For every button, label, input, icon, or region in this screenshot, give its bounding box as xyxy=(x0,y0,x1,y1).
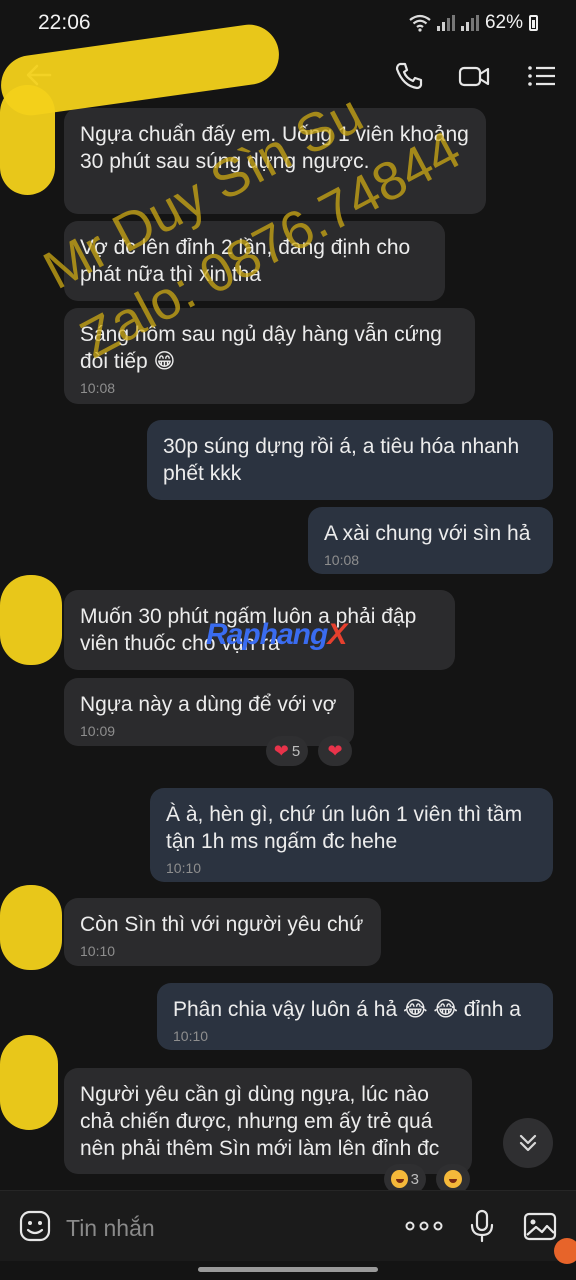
message-text: Ngựa chuẩn đấy em. Uống 1 viên khoảng 30… xyxy=(80,123,469,173)
message-bubble-incoming[interactable]: Người yêu cần gì dùng ngựa, lúc nào chả … xyxy=(64,1068,472,1174)
message-bubble-outgoing[interactable]: A xài chung với sìn hả 10:08 xyxy=(308,507,553,574)
message-text: Vợ đc lên đỉnh 2 lần, đang định cho phát… xyxy=(80,236,411,286)
message-time: 10:08 xyxy=(324,552,360,568)
message-time: 10:10 xyxy=(166,860,202,876)
message-text: Người yêu cần gì dùng ngựa, lúc nào chả … xyxy=(80,1083,440,1160)
message-text: Sáng hôm sau ngủ dậy hàng vẫn cứng đòi t… xyxy=(80,323,442,373)
redaction-mark xyxy=(0,1035,58,1130)
message-bubble-outgoing[interactable]: À à, hèn gì, chứ ún luôn 1 viên thì tầm … xyxy=(150,788,553,882)
phone-icon[interactable] xyxy=(392,59,426,93)
reaction-summary[interactable]: ❤ 5 xyxy=(266,736,308,766)
message-time: 10:10 xyxy=(173,1028,209,1044)
video-camera-icon[interactable] xyxy=(457,59,491,93)
status-bar: 22:06 62% xyxy=(0,0,576,46)
message-time: 10:10 xyxy=(80,943,116,959)
redaction-mark xyxy=(0,575,62,665)
wifi-icon xyxy=(409,14,431,32)
heart-icon: ❤ xyxy=(327,741,343,761)
double-chevron-down-icon xyxy=(519,1134,537,1152)
message-text: Phân chia vậy luôn á hả 😂 😂 đỉnh a xyxy=(173,998,521,1021)
message-bubble-incoming[interactable]: Vợ đc lên đỉnh 2 lần, đang định cho phát… xyxy=(64,221,445,301)
message-text: A xài chung với sìn hả xyxy=(324,522,531,545)
battery-icon xyxy=(529,15,538,31)
scroll-to-bottom-button[interactable] xyxy=(503,1118,553,1168)
message-time: 10:08 xyxy=(80,380,116,396)
redaction-mark xyxy=(0,885,62,970)
message-text: Muốn 30 phút ngấm luôn a phải đập viên t… xyxy=(80,605,417,655)
message-bubble-incoming[interactable]: Còn Sìn thì với người yêu chứ 10:10 xyxy=(64,898,381,966)
message-bubble-incoming[interactable]: Muốn 30 phút ngấm luôn a phải đập viên t… xyxy=(64,590,455,670)
laughing-emoji-icon xyxy=(391,1170,408,1188)
battery-percent: 62% xyxy=(484,12,523,33)
message-composer xyxy=(0,1190,576,1261)
reaction-count: 3 xyxy=(410,1170,419,1188)
heart-icon: ❤ xyxy=(273,741,289,761)
message-text: À à, hèn gì, chứ ún luôn 1 viên thì tầm … xyxy=(166,803,523,853)
message-bubble-outgoing[interactable]: Phân chia vậy luôn á hả 😂 😂 đỉnh a 10:10 xyxy=(157,983,553,1050)
message-bubble-incoming[interactable]: Ngựa này a dùng để với vợ 10:09 xyxy=(64,678,354,746)
microphone-icon[interactable] xyxy=(465,1209,499,1243)
signal-icon-2 xyxy=(460,15,479,31)
signal-icon xyxy=(436,15,455,31)
message-input[interactable] xyxy=(64,1211,328,1245)
list-menu-icon[interactable] xyxy=(525,59,559,93)
floating-notification-dot[interactable] xyxy=(554,1238,576,1264)
redaction-mark xyxy=(0,85,55,195)
image-icon[interactable] xyxy=(523,1209,557,1243)
more-dots-icon[interactable] xyxy=(404,1209,444,1243)
home-indicator xyxy=(198,1267,378,1272)
message-text: Còn Sìn thì với người yêu chứ xyxy=(80,913,364,936)
message-bubble-incoming[interactable]: Sáng hôm sau ngủ dậy hàng vẫn cứng đòi t… xyxy=(64,308,475,404)
laughing-emoji-icon xyxy=(444,1170,462,1188)
message-bubble-outgoing[interactable]: 30p súng dựng rồi á, a tiêu hóa nhanh ph… xyxy=(147,420,553,500)
status-time: 22:06 xyxy=(38,11,91,34)
message-text: 30p súng dựng rồi á, a tiêu hóa nhanh ph… xyxy=(163,435,520,485)
sticker-icon[interactable] xyxy=(18,1209,52,1243)
message-text: Ngựa này a dùng để với vợ xyxy=(80,693,337,716)
react-button[interactable]: ❤ xyxy=(318,736,352,766)
message-bubble-incoming[interactable]: Ngựa chuẩn đấy em. Uống 1 viên khoảng 30… xyxy=(64,108,486,214)
status-icons: 62% xyxy=(409,12,538,34)
reaction-count: 5 xyxy=(291,742,301,760)
